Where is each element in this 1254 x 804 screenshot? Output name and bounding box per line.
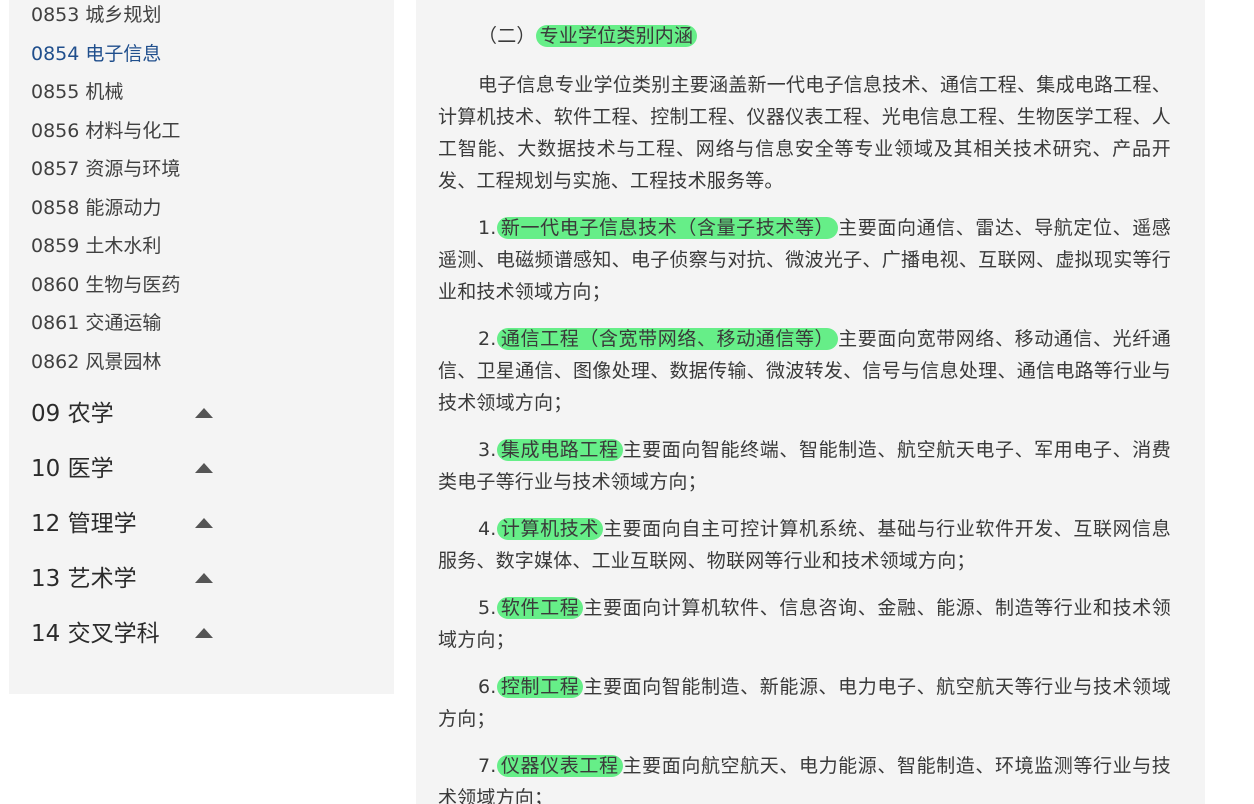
article-body: （二） 专业学位类别内涵 电子信息专业学位类别主要涵盖新一代电子信息技术、通信工程… [438, 18, 1171, 804]
field-paragraph: 1. 新一代电子信息技术（含量子技术等） 主要面向通信、雷达、导航定位、遥感遥测、电… [438, 212, 1171, 308]
category-list: 09 农学 10 医学 12 管理学 13 艺术学 14 交叉学科 [31, 388, 231, 663]
category-label: 12 管理学 [31, 511, 137, 537]
category-label: 10 医学 [31, 456, 114, 482]
category-label: 13 艺术学 [31, 566, 137, 592]
field-paragraph: 4. 计算机技术 主要面向自主可控计算机系统、基础与行业软件开发、互联网信息服务、数… [438, 513, 1171, 577]
field-paragraph: 3. 集成电路工程 主要面向智能终端、智能制造、航空航天电子、军用电子、消费类电子等… [438, 434, 1171, 498]
field-name: 新一代电子信息技术（含量子技术等） [496, 217, 839, 239]
sidebar: 0853 城乡规划 0854 电子信息 0855 机械 0856 材料与化工 0… [9, 0, 394, 694]
field-paragraph: 7. 仪器仪表工程 主要面向航空航天、电力能源、智能制造、环境监测等行业与技术领域方… [438, 750, 1171, 804]
field-paragraph: 5. 软件工程 主要面向计算机软件、信息咨询、金融、能源、制造等行业和技术领域方向； [438, 592, 1171, 656]
heading-prefix: （二） [478, 25, 536, 47]
sidebar-item-0856[interactable]: 0856 材料与化工 [31, 116, 180, 155]
sidebar-item-0861[interactable]: 0861 交通运输 [31, 308, 180, 347]
field-number: 3. [478, 439, 497, 461]
field-name: 通信工程（含宽带网络、移动通信等） [496, 328, 839, 350]
category-label: 09 农学 [31, 401, 114, 427]
sidebar-item-0860[interactable]: 0860 生物与医药 [31, 270, 180, 309]
chevron-up-icon[interactable] [195, 463, 213, 473]
field-paragraph: 2. 通信工程（含宽带网络、移动通信等） 主要面向宽带网络、移动通信、光纤通信、卫星… [438, 323, 1171, 419]
content-panel: （二） 专业学位类别内涵 电子信息专业学位类别主要涵盖新一代电子信息技术、通信工程… [416, 0, 1205, 804]
field-name: 集成电路工程 [496, 439, 623, 461]
sidebar-item-0853[interactable]: 0853 城乡规划 [31, 0, 180, 39]
field-name: 软件工程 [496, 597, 584, 619]
sidebar-item-0859[interactable]: 0859 土木水利 [31, 231, 180, 270]
sidebar-item-0862[interactable]: 0862 风景园林 [31, 347, 180, 386]
section-heading: （二） 专业学位类别内涵 [438, 18, 1171, 54]
subcategory-list: 0853 城乡规划 0854 电子信息 0855 机械 0856 材料与化工 0… [31, 0, 180, 385]
chevron-up-icon[interactable] [195, 408, 213, 418]
field-number: 2. [478, 328, 497, 350]
category-item-10[interactable]: 10 医学 [31, 443, 231, 498]
sidebar-item-0854[interactable]: 0854 电子信息 [31, 39, 180, 78]
chevron-up-icon[interactable] [195, 573, 213, 583]
category-label: 14 交叉学科 [31, 621, 160, 647]
heading-highlight: 专业学位类别内涵 [535, 25, 698, 47]
sidebar-item-0857[interactable]: 0857 资源与环境 [31, 154, 180, 193]
field-number: 6. [478, 676, 497, 698]
sidebar-item-0855[interactable]: 0855 机械 [31, 77, 180, 116]
category-item-09[interactable]: 09 农学 [31, 388, 231, 443]
field-number: 5. [478, 597, 497, 619]
chevron-up-icon[interactable] [195, 628, 213, 638]
field-paragraph: 6. 控制工程 主要面向智能制造、新能源、电力电子、航空航天等行业与技术领域方向； [438, 671, 1171, 735]
category-item-14[interactable]: 14 交叉学科 [31, 608, 231, 663]
field-name: 仪器仪表工程 [496, 755, 623, 777]
category-item-12[interactable]: 12 管理学 [31, 498, 231, 553]
category-item-13[interactable]: 13 艺术学 [31, 553, 231, 608]
field-name: 控制工程 [496, 676, 584, 698]
field-number: 1. [478, 217, 497, 239]
intro-paragraph: 电子信息专业学位类别主要涵盖新一代电子信息技术、通信工程、集成电路工程、计算机技… [438, 74, 1171, 192]
field-number: 7. [478, 755, 497, 777]
sidebar-item-0858[interactable]: 0858 能源动力 [31, 193, 180, 232]
chevron-up-icon[interactable] [195, 518, 213, 528]
field-number: 4. [478, 518, 497, 540]
field-name: 计算机技术 [496, 518, 603, 540]
